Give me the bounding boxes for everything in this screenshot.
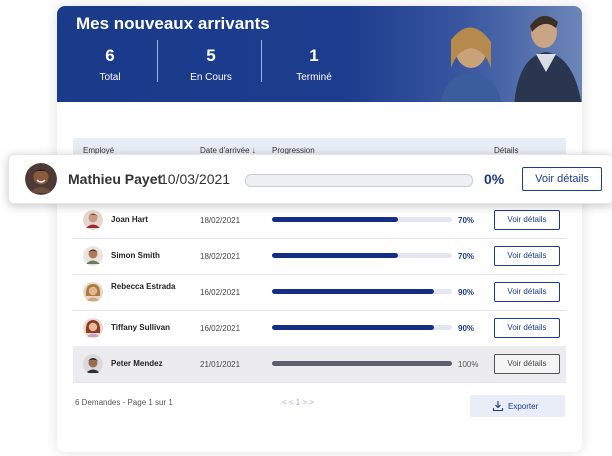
- view-details-button[interactable]: Voir détails: [494, 282, 560, 302]
- stat-divider: [157, 40, 158, 82]
- avatar: [83, 318, 103, 338]
- table-row: Peter Mendez 21/01/2021 100% Voir détail…: [73, 346, 566, 383]
- progress-bar: [272, 361, 452, 366]
- progress-percent: 100%: [458, 360, 479, 369]
- view-details-button[interactable]: Voir détails: [494, 318, 560, 338]
- progress-fill: [272, 325, 434, 330]
- progress-bar: [272, 289, 452, 294]
- progress-fill: [272, 217, 398, 222]
- arrival-date: 16/02/2021: [200, 288, 241, 297]
- header-photo-man: [514, 15, 582, 102]
- progress-bar: [272, 325, 452, 330]
- highlight-arrival-date: 10/03/2021: [160, 171, 231, 187]
- progress-bar: [272, 217, 452, 222]
- employee-name: Simon Smith: [111, 251, 160, 260]
- employee-name: Peter Mendez: [111, 359, 163, 368]
- view-details-button[interactable]: Voir détails: [494, 354, 560, 374]
- highlight-view-details-button[interactable]: Voir détails: [522, 167, 602, 191]
- stat-done: 1 Terminé: [289, 46, 339, 83]
- view-details-button[interactable]: Voir détails: [494, 246, 560, 266]
- stat-total-value: 6: [105, 46, 115, 65]
- progress-fill: [272, 361, 452, 366]
- onboarding-card: Mes nouveaux arrivants 6 Total 5 En Cour…: [57, 6, 582, 452]
- pagination-controls[interactable]: < < 1 > >: [282, 398, 314, 407]
- highlight-progress-percent: 0%: [484, 171, 505, 187]
- progress-fill: [272, 253, 398, 258]
- pagination-summary: 6 Demandes - Page 1 sur 1: [75, 398, 173, 407]
- page-title: Mes nouveaux arrivants: [76, 14, 270, 33]
- avatar: [83, 210, 103, 230]
- view-details-button[interactable]: Voir détails: [494, 210, 560, 230]
- avatar: [25, 163, 57, 195]
- avatar: [83, 282, 103, 302]
- employee-name: Joan Hart: [111, 215, 148, 224]
- highlighted-row: Mathieu Payet 10/03/2021 0% Voir détails: [8, 154, 612, 204]
- progress-fill: [272, 289, 434, 294]
- avatar: [83, 246, 103, 266]
- header-banner: Mes nouveaux arrivants 6 Total 5 En Cour…: [57, 6, 582, 102]
- arrival-date: 18/02/2021: [200, 252, 241, 261]
- stat-in-progress: 5 En Cours: [183, 46, 239, 83]
- progress-percent: 90%: [458, 288, 475, 297]
- table-row: Rebecca Estrada 16/02/2021 90% Voir déta…: [73, 274, 566, 311]
- arrival-date: 16/02/2021: [200, 324, 241, 333]
- download-icon: [492, 401, 504, 412]
- stat-total-label: Total: [99, 72, 121, 83]
- employee-name: Rebecca Estrada: [111, 282, 176, 291]
- table-row: Simon Smith 18/02/2021 70% Voir détails: [73, 238, 566, 275]
- stat-done-value: 1: [309, 46, 319, 65]
- progress-percent: 70%: [458, 216, 475, 225]
- progress-percent: 90%: [458, 324, 475, 333]
- stat-done-label: Terminé: [296, 72, 332, 83]
- export-button[interactable]: Exporter: [470, 395, 565, 417]
- progress-bar: [272, 253, 452, 258]
- export-label: Exporter: [508, 402, 539, 411]
- avatar: [83, 354, 103, 374]
- employee-name: Tiffany Sullivan: [111, 323, 170, 332]
- table-row: Tiffany Sullivan 16/02/2021 90% Voir dét…: [73, 310, 566, 347]
- stat-in-progress-label: En Cours: [190, 72, 232, 83]
- progress-percent: 70%: [458, 252, 475, 261]
- arrival-date: 21/01/2021: [200, 360, 241, 369]
- table-row: Joan Hart 18/02/2021 70% Voir détails: [73, 202, 566, 239]
- stat-divider: [261, 40, 262, 82]
- highlight-employee-name: Mathieu Payet: [68, 171, 163, 187]
- stat-in-progress-value: 5: [206, 46, 216, 65]
- header-photo-woman: [440, 27, 502, 102]
- stat-total: 6 Total: [87, 46, 133, 83]
- highlight-progress-bar: [245, 174, 473, 187]
- arrival-date: 18/02/2021: [200, 216, 241, 225]
